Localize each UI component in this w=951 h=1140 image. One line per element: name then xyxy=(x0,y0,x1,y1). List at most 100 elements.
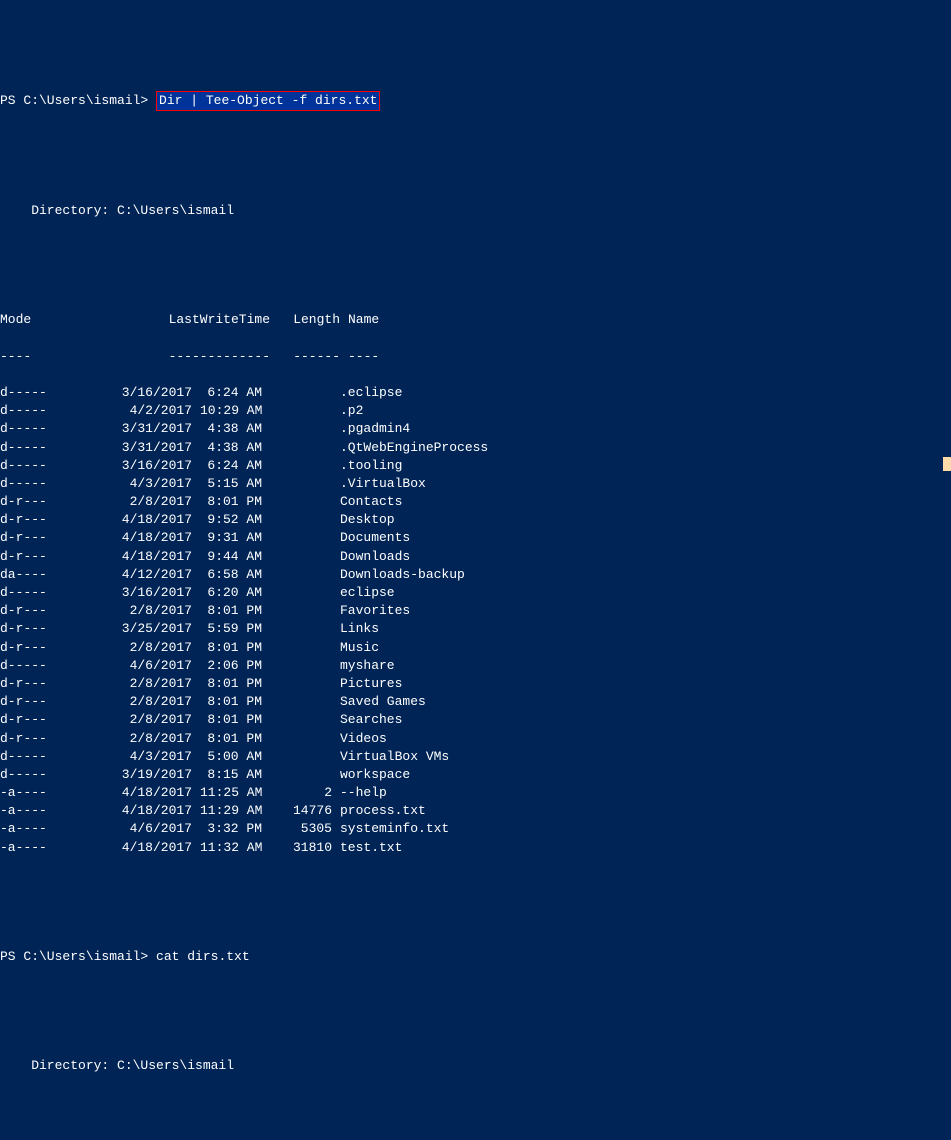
file-length xyxy=(270,384,340,402)
directory-header: Directory: C:\Users\ismail xyxy=(0,1057,951,1075)
file-length: 31810 xyxy=(270,839,340,857)
file-name: process.txt xyxy=(340,802,951,820)
file-mode: d-r--- xyxy=(0,511,100,529)
file-date: 3/31/2017 xyxy=(100,439,200,457)
file-row: d-----3/31/20174:38 AM.QtWebEngineProces… xyxy=(0,439,951,457)
file-row: d-----3/16/20176:24 AM.eclipse xyxy=(0,384,951,402)
file-name: Searches xyxy=(340,711,951,729)
file-time: 2:06 PM xyxy=(200,657,270,675)
file-row: -a----4/6/20173:32 PM5305systeminfo.txt xyxy=(0,820,951,838)
file-date: 4/18/2017 xyxy=(100,784,200,802)
terminal-output: PS C:\Users\ismail> Dir | Tee-Object -f … xyxy=(0,73,951,1140)
prompt-text: PS C:\Users\ismail> xyxy=(0,93,156,108)
file-name: VirtualBox VMs xyxy=(340,748,951,766)
file-date: 4/18/2017 xyxy=(100,511,200,529)
divider-name: ---- xyxy=(348,348,951,366)
file-time: 9:44 AM xyxy=(200,548,270,566)
file-mode: d-r--- xyxy=(0,639,100,657)
file-row: d-r---4/18/20179:31 AMDocuments xyxy=(0,529,951,547)
file-time: 11:25 AM xyxy=(200,784,270,802)
file-length xyxy=(270,693,340,711)
file-mode: d----- xyxy=(0,584,100,602)
file-name: .eclipse xyxy=(340,384,951,402)
file-time: 6:58 AM xyxy=(200,566,270,584)
file-length xyxy=(270,730,340,748)
file-time: 8:01 PM xyxy=(200,693,270,711)
file-row: d-r---3/25/20175:59 PMLinks xyxy=(0,620,951,638)
file-row: -a----4/18/201711:29 AM14776process.txt xyxy=(0,802,951,820)
file-length xyxy=(270,766,340,784)
file-time: 8:01 PM xyxy=(200,675,270,693)
file-mode: d-r--- xyxy=(0,620,100,638)
blank-line xyxy=(0,275,951,293)
divider-row: --------------------------- xyxy=(0,348,951,366)
blank-line xyxy=(0,1021,951,1039)
file-mode: d----- xyxy=(0,657,100,675)
file-mode: -a---- xyxy=(0,820,100,838)
file-name: Favorites xyxy=(340,602,951,620)
highlighted-command: Dir | Tee-Object -f dirs.txt xyxy=(156,91,380,111)
file-length: 5305 xyxy=(270,820,340,838)
file-mode: d-r--- xyxy=(0,493,100,511)
file-length xyxy=(270,511,340,529)
file-name: systeminfo.txt xyxy=(340,820,951,838)
file-date: 4/18/2017 xyxy=(100,548,200,566)
file-mode: d----- xyxy=(0,420,100,438)
file-date: 3/16/2017 xyxy=(100,457,200,475)
file-mode: d-r--- xyxy=(0,711,100,729)
file-date: 4/6/2017 xyxy=(100,820,200,838)
file-length xyxy=(270,584,340,602)
file-date: 4/3/2017 xyxy=(100,748,200,766)
file-row: d-r---2/8/20178:01 PMFavorites xyxy=(0,602,951,620)
file-row: d-----4/2/201710:29 AM.p2 xyxy=(0,402,951,420)
file-mode: d----- xyxy=(0,766,100,784)
file-row: d-r---4/18/20179:52 AM Desktop xyxy=(0,511,951,529)
file-length xyxy=(270,620,340,638)
file-mode: d-r--- xyxy=(0,602,100,620)
file-date: 4/18/2017 xyxy=(100,529,200,547)
file-date: 4/18/2017 xyxy=(100,802,200,820)
file-name: Desktop xyxy=(340,511,951,529)
file-name: myshare xyxy=(340,657,951,675)
file-mode: d----- xyxy=(0,457,100,475)
file-length xyxy=(270,657,340,675)
file-time: 9:52 AM xyxy=(200,511,270,529)
file-time: 4:38 AM xyxy=(200,439,270,457)
blank-line xyxy=(0,911,951,929)
file-name: Pictures xyxy=(340,675,951,693)
file-mode: -a---- xyxy=(0,839,100,857)
file-time: 5:15 AM xyxy=(200,475,270,493)
prompt-line-1: PS C:\Users\ismail> Dir | Tee-Object -f … xyxy=(0,91,951,111)
header-lastwrite: LastWriteTime xyxy=(100,311,278,329)
file-date: 4/3/2017 xyxy=(100,475,200,493)
file-time: 8:01 PM xyxy=(200,639,270,657)
file-date: 4/2/2017 xyxy=(100,402,200,420)
file-name: workspace xyxy=(340,766,951,784)
blank-line xyxy=(0,129,951,147)
file-date: 2/8/2017 xyxy=(100,639,200,657)
file-time: 11:32 AM xyxy=(200,839,270,857)
file-time: 11:29 AM xyxy=(200,802,270,820)
header-mode: Mode xyxy=(0,311,100,329)
file-mode: d-r--- xyxy=(0,693,100,711)
file-row: d-r---4/18/20179:44 AMDownloads xyxy=(0,548,951,566)
file-name: eclipse xyxy=(340,584,951,602)
header-length: Length xyxy=(278,311,348,329)
file-date: 2/8/2017 xyxy=(100,675,200,693)
file-name: .pgadmin4 xyxy=(340,420,951,438)
file-length xyxy=(270,529,340,547)
file-name: test.txt xyxy=(340,839,951,857)
file-mode: d----- xyxy=(0,475,100,493)
file-length xyxy=(270,475,340,493)
file-time: 5:00 AM xyxy=(200,748,270,766)
file-date: 3/25/2017 xyxy=(100,620,200,638)
blank-line xyxy=(0,166,951,184)
file-row: -a----4/18/201711:25 AM2--help xyxy=(0,784,951,802)
file-row: d-r---2/8/20178:01 PMContacts xyxy=(0,493,951,511)
file-date: 4/12/2017 xyxy=(100,566,200,584)
file-date: 3/16/2017 xyxy=(100,584,200,602)
file-mode: d----- xyxy=(0,748,100,766)
file-time: 6:24 AM xyxy=(200,384,270,402)
file-row: d-----4/6/20172:06 PMmyshare xyxy=(0,657,951,675)
file-length: 14776 xyxy=(270,802,340,820)
